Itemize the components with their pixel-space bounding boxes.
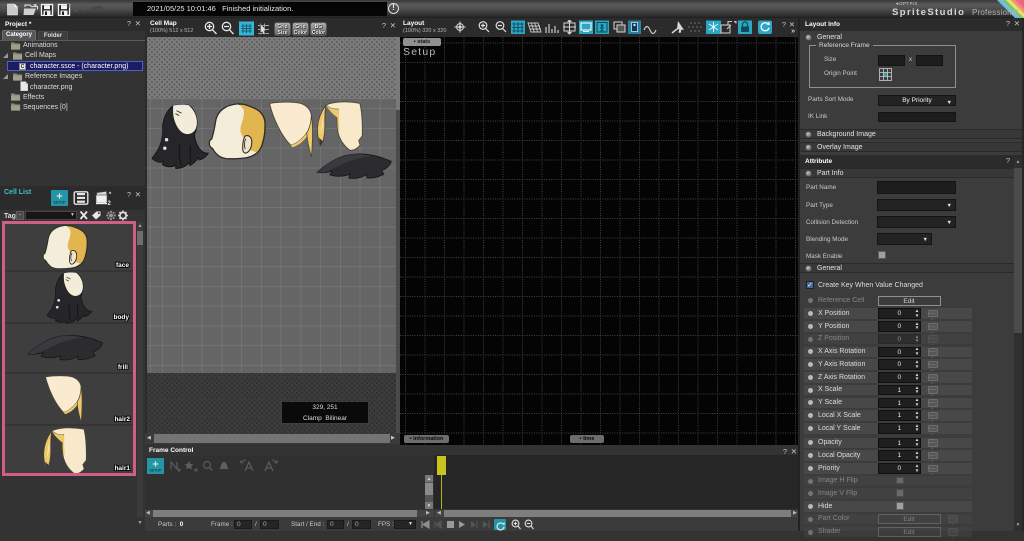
svg-text:SETUP: SETUP <box>150 469 163 473</box>
svg-text:SETUP: SETUP <box>54 201 67 205</box>
svg-text:2: 2 <box>108 201 112 206</box>
